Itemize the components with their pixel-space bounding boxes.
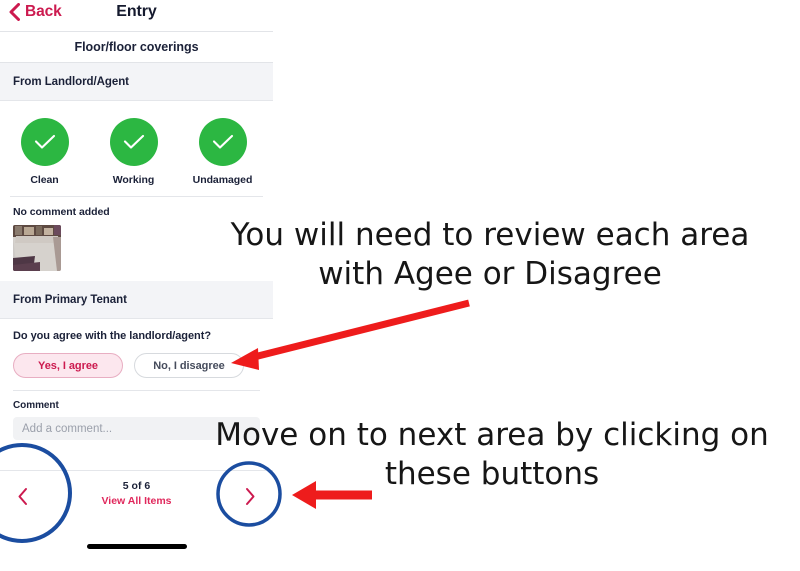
view-all-items-link[interactable]: View All Items [0,495,273,507]
photo-thumbnail-image [13,225,61,271]
comment-block: Comment [0,391,273,440]
condition-undamaged[interactable]: Undamaged [178,118,267,186]
next-page-button[interactable] [235,481,265,511]
condition-clean[interactable]: Clean [0,118,89,186]
section-header-tenant-label: From Primary Tenant [13,293,127,306]
section-header-landlord-label: From Landlord/Agent [13,75,129,88]
pagination-footer: 5 of 6 View All Items [0,470,273,529]
condition-list: Clean Working Undamaged [0,101,273,196]
disagree-button[interactable]: No, I disagree [134,353,244,378]
check-icon [123,134,144,149]
condition-label: Undamaged [192,174,253,186]
section-header-tenant: From Primary Tenant [0,281,273,319]
item-subheader-label: Floor/floor coverings [74,40,199,54]
annotation-note-navigation: Move on to next area by clicking on thes… [215,417,769,493]
phone-screenshot: Back Entry Floor/floor coverings From La… [0,0,273,571]
annotation-arrow-2 [292,481,372,509]
annotation-note-review: You will need to review each area with A… [230,217,750,293]
section-header-landlord: From Landlord/Agent [0,63,273,101]
home-indicator [86,544,187,549]
condition-status-circle [109,118,158,166]
agree-button[interactable]: Yes, I agree [13,353,123,378]
tenant-response-block: Do you agree with the landlord/agent? Ye… [0,319,273,391]
item-subheader: Floor/floor coverings [0,32,273,63]
condition-label: Working [112,174,155,186]
check-icon [34,134,55,149]
condition-label: Clean [30,174,59,186]
page-title: Entry [116,3,157,20]
floor-photo-thumbnail[interactable] [13,225,61,271]
comment-input[interactable] [13,417,260,440]
landlord-comment-status: No comment added [13,206,110,218]
nav-bar: Back Entry [0,0,273,32]
agreement-choices: Yes, I agree No, I disagree [13,353,260,378]
check-icon [212,134,233,149]
comment-label: Comment [13,400,59,411]
agreement-question: Do you agree with the landlord/agent? [13,330,211,342]
chevron-right-icon [246,487,255,505]
condition-status-circle [20,118,69,166]
page-count-label: 5 of 6 [122,480,151,492]
landlord-comment-block: No comment added [0,197,273,281]
condition-working[interactable]: Working [89,118,178,186]
condition-status-circle [198,118,247,166]
pagination-status: 5 of 6 View All Items [0,480,273,507]
